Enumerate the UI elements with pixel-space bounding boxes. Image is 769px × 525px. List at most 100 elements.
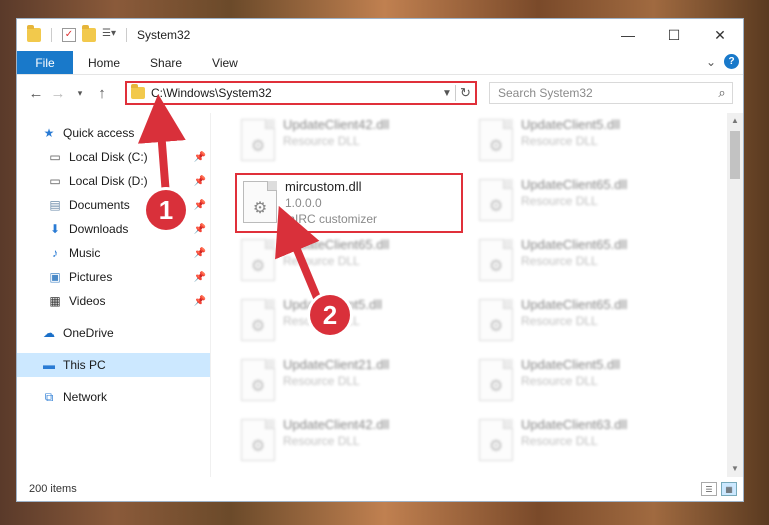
sidebar-item-label: This PC [63, 358, 106, 372]
scrollbar-thumb[interactable] [730, 131, 740, 179]
customize-toolbar-icon[interactable]: ☰▾ [102, 28, 116, 42]
file-item[interactable]: ⚙ UpdateClient42.dll Resource DLL [235, 113, 459, 167]
file-name: UpdateClient5.dll [521, 117, 621, 132]
file-item[interactable]: ⚙ UpdateClient65.dll Resource DLL [473, 233, 697, 287]
pin-icon: 📌 [193, 295, 206, 307]
file-type: Resource DLL [521, 254, 598, 268]
status-bar: 200 items ☰ ▦ [17, 477, 743, 501]
sidebar-item-this-pc[interactable]: ▬ This PC [17, 353, 210, 377]
file-name: UpdateClient5.dll [521, 357, 621, 372]
folder-icon[interactable] [27, 25, 41, 42]
quick-access-toolbar: ✓ ☰▾ [27, 25, 131, 42]
forward-button[interactable]: → [47, 85, 69, 102]
pin-icon: 📌 [193, 175, 206, 187]
file-item[interactable]: ⚙ UpdateClient65.dll Resource DLL [473, 293, 697, 347]
sidebar-item-network[interactable]: ⧉ Network [17, 385, 210, 409]
downloads-icon: ⬇ [49, 222, 61, 236]
maximize-button[interactable]: ☐ [651, 19, 697, 51]
refresh-icon[interactable]: ↻ [455, 85, 475, 101]
sidebar-item-quick-access[interactable]: ★ Quick access [17, 121, 210, 145]
address-path[interactable]: C:\Windows\System32 [151, 86, 439, 100]
tiles-view-icon[interactable]: ▦ [721, 482, 737, 496]
sidebar-item-label: Downloads [69, 222, 129, 236]
expand-ribbon-icon[interactable]: ⌄ [706, 55, 716, 69]
sidebar-item-local-disk-c[interactable]: ▭ Local Disk (C:) 📌 [17, 145, 210, 169]
file-item[interactable]: ⚙ UpdateClient63.dll Resource DLL [473, 413, 697, 467]
dll-file-icon: ⚙ [241, 419, 275, 461]
file-type: Resource DLL [283, 374, 360, 388]
sidebar-item-pictures[interactable]: ▣ Pictures 📌 [17, 265, 210, 289]
file-type: Resource DLL [521, 134, 598, 148]
help-icon[interactable]: ? [724, 54, 739, 69]
sidebar-item-label: Videos [69, 294, 106, 308]
pin-icon: 📌 [193, 199, 206, 211]
dll-file-icon: ⚙ [479, 299, 513, 341]
search-icon[interactable]: ⌕ [712, 85, 732, 101]
file-type: Resource DLL [521, 314, 598, 328]
scroll-down-icon[interactable]: ▼ [727, 461, 743, 477]
up-button[interactable]: ↑ [91, 85, 113, 102]
recent-locations-icon[interactable]: ▾ [69, 88, 91, 99]
divider [126, 28, 127, 42]
sidebar-item-onedrive[interactable]: ☁ OneDrive [17, 321, 210, 345]
vertical-scrollbar[interactable]: ▲ ▼ [727, 113, 743, 477]
navigation-pane: ★ Quick access ▭ Local Disk (C:) 📌 ▭ Loc… [17, 113, 211, 477]
sidebar-item-local-disk-d[interactable]: ▭ Local Disk (D:) 📌 [17, 169, 210, 193]
sidebar-item-label: Local Disk (C:) [69, 150, 148, 164]
pictures-icon: ▣ [49, 270, 61, 284]
drive-icon: ▭ [49, 150, 61, 164]
tab-home[interactable]: Home [73, 51, 135, 74]
address-row: ← → ▾ ↑ C:\Windows\System32 ▼ ↻ Search S… [17, 75, 743, 111]
file-item[interactable]: ⚙ UpdateClient21.dll Resource DLL [235, 353, 459, 407]
sidebar-item-label: Pictures [69, 270, 113, 284]
file-item[interactable]: ⚙ UpdateClient5.dll Resource DLL [473, 113, 697, 167]
properties-icon[interactable]: ✓ [62, 28, 76, 42]
divider [51, 28, 52, 42]
new-folder-icon[interactable] [82, 25, 96, 42]
window-controls: — ☐ ✕ [605, 19, 743, 51]
title-bar: ✓ ☰▾ System32 — ☐ ✕ [17, 19, 743, 51]
sidebar-item-label: Local Disk (D:) [69, 174, 148, 188]
highlighted-file-item[interactable]: ⚙ mircustom.dll 1.0.0.0 mIRC customizer [235, 173, 463, 233]
chevron-down-icon[interactable]: ▼ [439, 88, 455, 99]
details-view-icon[interactable]: ☰ [701, 482, 717, 496]
dll-file-icon: ⚙ [479, 119, 513, 161]
file-explorer-window: ✓ ☰▾ System32 — ☐ ✕ File Home Share View… [16, 18, 744, 502]
file-version: 1.0.0.0 [285, 196, 322, 210]
sidebar-item-videos[interactable]: ▦ Videos 📌 [17, 289, 210, 313]
file-item[interactable]: ⚙ UpdateClient5.dll Resource DLL [473, 353, 697, 407]
file-name: UpdateClient21.dll [283, 357, 390, 372]
back-button[interactable]: ← [25, 85, 47, 102]
pin-icon: 📌 [193, 271, 206, 283]
close-button[interactable]: ✕ [697, 19, 743, 51]
computer-icon: ▬ [43, 358, 55, 372]
sidebar-item-label: Music [69, 246, 101, 260]
file-name: UpdateClient65.dll [521, 297, 628, 312]
address-bar[interactable]: C:\Windows\System32 ▼ ↻ [125, 81, 477, 105]
dll-file-icon: ⚙ [241, 359, 275, 401]
star-icon: ★ [43, 126, 55, 140]
file-name: UpdateClient65.dll [283, 237, 390, 252]
file-name: UpdateClient63.dll [521, 417, 628, 432]
sidebar-item-label: Quick access [63, 126, 135, 140]
dll-file-icon: ⚙ [241, 119, 275, 161]
search-input[interactable]: Search System32 ⌕ [489, 82, 733, 104]
dll-file-icon: ⚙ [479, 419, 513, 461]
tab-share[interactable]: Share [135, 51, 197, 74]
sidebar-item-music[interactable]: ♪ Music 📌 [17, 241, 210, 265]
file-name: UpdateClient65.dll [521, 177, 628, 192]
minimize-button[interactable]: — [605, 19, 651, 51]
dll-file-icon: ⚙ [241, 299, 275, 341]
content-area: ★ Quick access ▭ Local Disk (C:) 📌 ▭ Loc… [17, 113, 743, 477]
file-item[interactable]: ⚙ UpdateClient65.dll Resource DLL [235, 233, 459, 287]
scroll-up-icon[interactable]: ▲ [727, 113, 743, 129]
tab-view[interactable]: View [197, 51, 253, 74]
file-name: UpdateClient65.dll [521, 237, 628, 252]
tab-file[interactable]: File [17, 51, 73, 74]
file-item[interactable]: ⚙ UpdateClient42.dll Resource DLL [235, 413, 459, 467]
file-item[interactable]: ⚙ UpdateClient65.dll Resource DLL [473, 173, 697, 227]
search-placeholder[interactable]: Search System32 [498, 86, 712, 100]
file-name: UpdateClient42.dll [283, 417, 390, 432]
sidebar-item-label: Documents [69, 198, 130, 212]
